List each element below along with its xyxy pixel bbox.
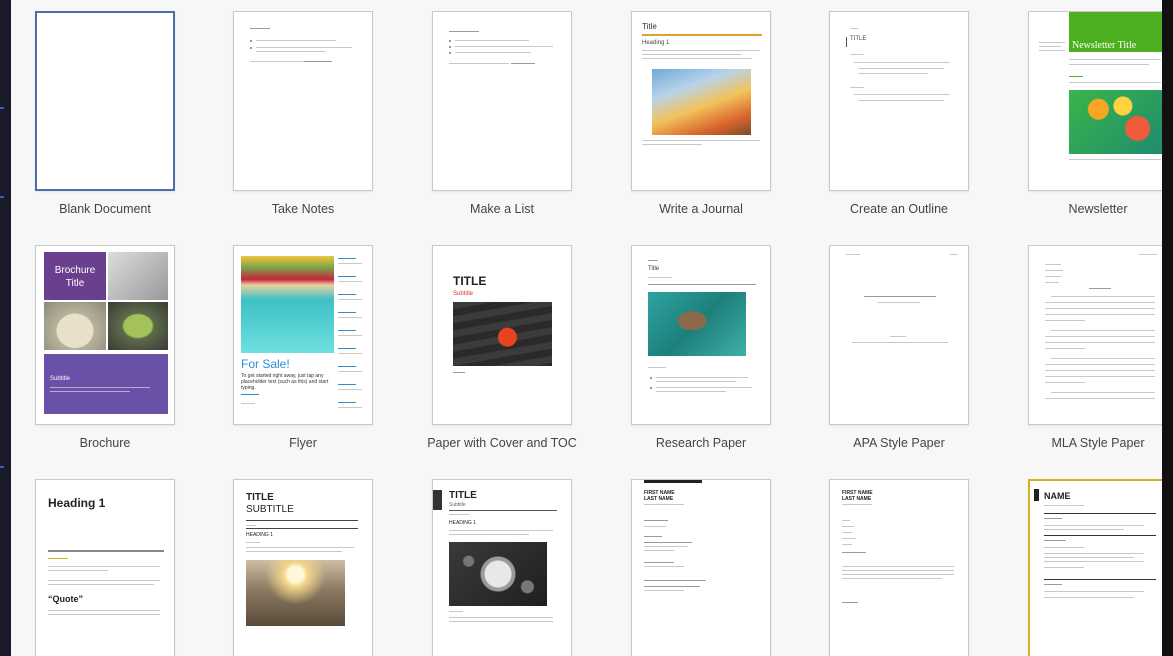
template-thumbnail[interactable]: Brochure Title Subtitle	[35, 245, 175, 425]
left-edge	[0, 0, 11, 656]
cover-title-text: TITLE	[453, 274, 487, 288]
photo-placeholder	[108, 252, 168, 300]
template-label: Take Notes	[271, 202, 335, 216]
template-label: Paper with Cover and TOC	[427, 436, 577, 450]
resume-name-text: NAME	[1044, 491, 1071, 501]
sunrise-photo	[246, 560, 345, 626]
template-thumbnail[interactable]: FIRST NAME LAST NAME	[829, 479, 969, 656]
template-thumbnail[interactable]: Heading 1 “Quote”	[35, 479, 175, 656]
template-thumbnail[interactable]: TITLE Subtitle HEADING 1	[432, 479, 572, 656]
template-thumbnail[interactable]: Title	[631, 245, 771, 425]
newsletter-title-text: Newsletter Title	[1072, 40, 1137, 51]
leaf-photo	[453, 302, 552, 366]
report-quote-text: “Quote”	[48, 594, 83, 604]
report-heading-text: Heading 1	[48, 496, 106, 510]
template-chooser: Blank Document Take Notes Make a List Ti…	[11, 0, 1162, 656]
template-label: Write a Journal	[659, 202, 743, 216]
research-title-text: Title	[648, 266, 660, 272]
template-label: MLA Style Paper	[1051, 436, 1145, 450]
template-label: Flyer	[289, 436, 317, 450]
template-label: Research Paper	[655, 436, 747, 450]
study-title-text: TITLE	[246, 492, 274, 503]
boats-photo	[241, 256, 334, 353]
template-label: Newsletter	[1068, 202, 1128, 216]
template-thumbnail[interactable]	[1028, 245, 1162, 425]
template-thumbnail[interactable]: TITLE Subtitle	[432, 245, 572, 425]
flyer-body-text: To get started right away, just tap any …	[241, 373, 329, 391]
journal-title-text: Title	[642, 22, 657, 31]
journal-heading-text: Heading 1	[642, 40, 670, 46]
template-thumbnail[interactable]	[829, 245, 969, 425]
template-thumbnail[interactable]	[233, 11, 373, 191]
template-thumbnail[interactable]: Newsletter Title	[1028, 11, 1162, 191]
resume-last-name-text: LAST NAME	[644, 496, 674, 502]
photo-placeholder	[108, 302, 168, 350]
template-thumbnail[interactable]: For Sale! To get started right away, jus…	[233, 245, 373, 425]
toc-title-text: TITLE	[449, 490, 477, 501]
flyer-headline-text: For Sale!	[241, 357, 290, 371]
template-thumbnail[interactable]	[432, 11, 572, 191]
study-heading-text: HEADING 1	[246, 532, 273, 538]
template-label: Blank Document	[59, 202, 151, 216]
template-label: Make a List	[470, 202, 534, 216]
template-label: APA Style Paper	[853, 436, 945, 450]
photo-placeholder	[44, 302, 106, 350]
cover-subtitle-text: Subtitle	[453, 291, 474, 297]
template-thumbnail[interactable]: TITLE	[829, 11, 969, 191]
template-thumbnail[interactable]	[35, 11, 175, 191]
fruit-photo	[1069, 90, 1162, 154]
resume-last-name-text: LAST NAME	[842, 496, 872, 502]
gear-photo	[449, 542, 547, 606]
toc-heading-text: HEADING 1	[449, 520, 476, 526]
right-edge	[1162, 0, 1173, 656]
brochure-title-text: Brochure Title	[54, 265, 96, 289]
template-thumbnail[interactable]: Title Heading 1	[631, 11, 771, 191]
brochure-subtitle-text: Subtitle	[50, 376, 71, 382]
toc-subtitle-text: Subtitle	[449, 502, 466, 508]
template-thumbnail[interactable]: NAME	[1028, 479, 1162, 656]
otter-photo	[648, 292, 746, 356]
brochure-subtitle-block	[44, 354, 168, 414]
template-label: Brochure	[79, 436, 131, 450]
outline-title-text: TITLE	[850, 36, 867, 42]
template-label: Create an Outline	[850, 202, 948, 216]
template-thumbnail[interactable]: TITLE SUBTITLE HEADING 1	[233, 479, 373, 656]
template-thumbnail[interactable]: FIRST NAME LAST NAME	[631, 479, 771, 656]
study-subtitle-text: SUBTITLE	[246, 504, 294, 515]
beach-photo	[652, 69, 751, 135]
